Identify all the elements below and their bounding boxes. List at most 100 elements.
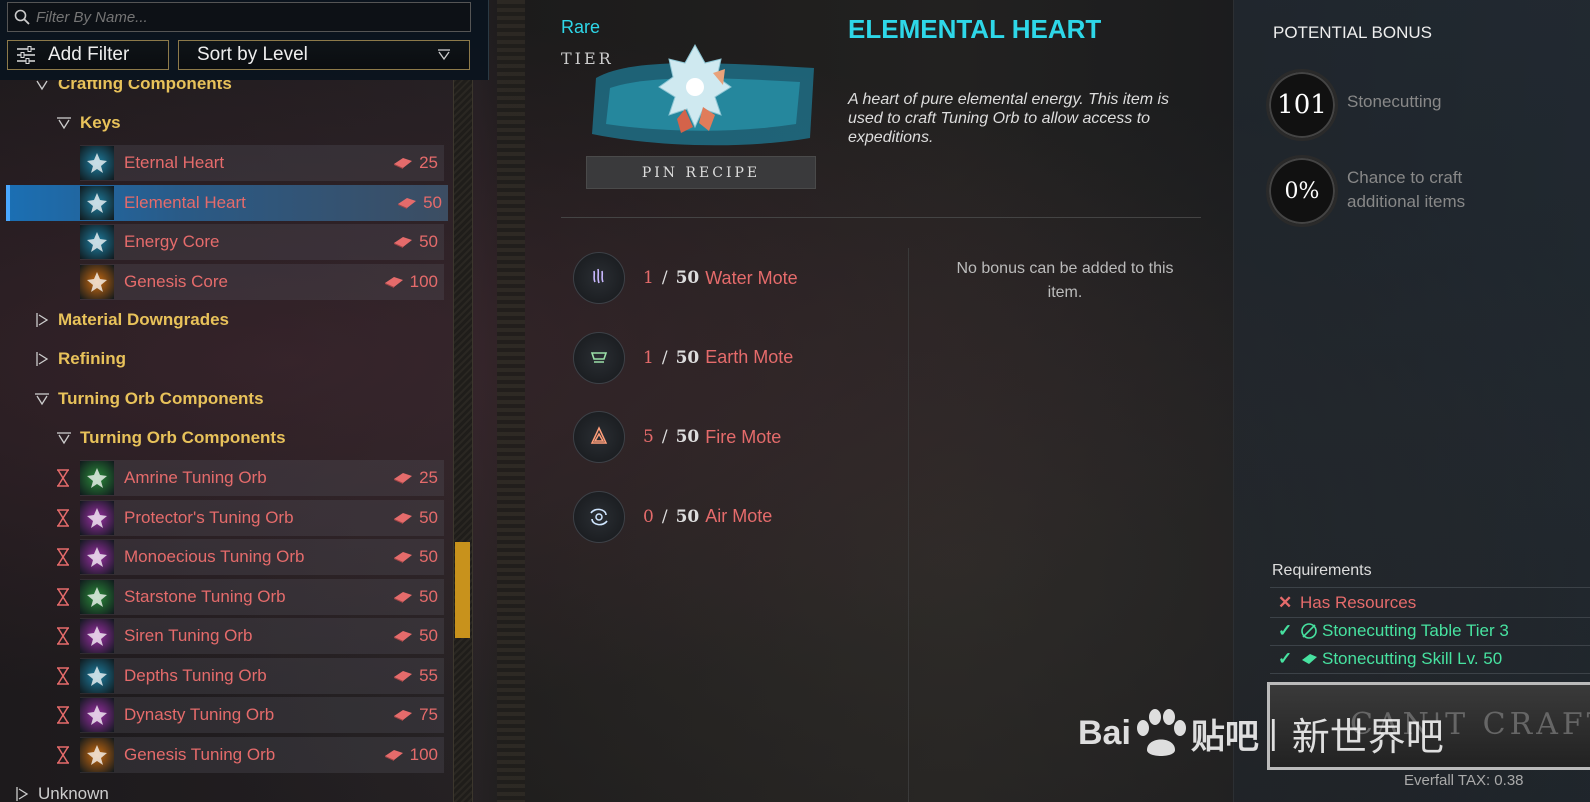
recipe-item[interactable]: Genesis Core 100 (80, 263, 444, 300)
material-have: 0 (643, 506, 654, 527)
filter-sliders-icon (17, 46, 35, 64)
scrollbar-thumb[interactable] (455, 542, 470, 638)
material-slash: / (661, 506, 668, 527)
fire-mote-icon (590, 426, 608, 444)
item-level: 25 (393, 153, 438, 173)
separator (561, 217, 1201, 218)
add-filter-button[interactable]: Add Filter (7, 40, 169, 70)
requirement-skill: ✓ Stonecutting Skill Lv. 50 (1278, 646, 1502, 672)
material-have: 1 (643, 347, 654, 368)
recipe-item[interactable]: Genesis Tuning Orb 100 (80, 736, 444, 773)
expanded-arrow-icon (57, 432, 71, 445)
subcategory-keys[interactable]: Keys (56, 105, 121, 141)
item-name: Depths Tuning Orb (124, 665, 267, 685)
recipe-item[interactable]: Amrine Tuning Orb 25 (80, 460, 444, 496)
hourglass-icon (57, 469, 69, 487)
item-name: Genesis Core (124, 271, 228, 291)
collapsed-arrow-icon (36, 313, 49, 327)
chevron-down-icon (438, 49, 450, 61)
material-slash: / (661, 347, 668, 368)
level-icon (384, 749, 403, 761)
material-requirement[interactable]: 1 / 50 Earth Mote (573, 331, 794, 384)
category-crafting-components[interactable]: Crafting Components (34, 80, 232, 102)
item-level: 75 (393, 705, 438, 725)
material-need: 50 (675, 506, 700, 527)
category-partial[interactable]: Unknown (14, 776, 109, 802)
pin-recipe-button[interactable]: PIN RECIPE (586, 156, 816, 189)
recipe-item[interactable]: Siren Tuning Orb 50 (80, 618, 444, 654)
level-value: 50 (419, 507, 438, 527)
item-level: 50 (393, 232, 438, 252)
recipe-tree: Crafting Components Keys Eternal Heart 25… (0, 80, 450, 802)
watermark-text: 新世界吧 (1291, 717, 1444, 759)
material-requirement[interactable]: 5 / 50 Fire Mote (573, 411, 781, 463)
skill-label: Stonecutting (1347, 92, 1442, 111)
item-name: Elemental Heart (124, 192, 246, 212)
level-icon (394, 552, 413, 563)
sort-dropdown[interactable]: Sort by Level (178, 40, 470, 70)
material-icon-holder (573, 411, 625, 463)
level-icon (394, 237, 413, 248)
scrollbar-track[interactable] (453, 80, 473, 802)
item-name: Genesis Tuning Orb (124, 744, 276, 764)
requirement-has-resources: ✕ Has Resources (1278, 590, 1416, 616)
level-icon (384, 276, 403, 288)
level-icon (394, 710, 413, 721)
material-slash: / (661, 427, 668, 447)
earth-mote-icon (590, 351, 608, 363)
collapsed-arrow-icon (36, 352, 49, 366)
recipe-item[interactable]: Dynasty Tuning Orb 75 (80, 697, 444, 733)
recipe-item[interactable]: Eternal Heart 25 (80, 145, 444, 181)
search-box[interactable] (7, 2, 471, 32)
add-filter-label: Add Filter (48, 44, 130, 65)
recipe-item[interactable]: Starstone Tuning Orb 50 (80, 578, 444, 615)
recipe-item[interactable]: Energy Core 50 (80, 224, 444, 260)
item-level: 100 (384, 272, 438, 292)
level-icon (398, 197, 417, 209)
level-value: 50 (419, 626, 438, 645)
recipe-item[interactable]: Depths Tuning Orb 55 (80, 657, 444, 694)
item-thumbnail (80, 500, 114, 535)
separator-vertical (908, 248, 909, 802)
material-icon-holder (573, 331, 625, 384)
level-value: 25 (419, 153, 438, 172)
recipe-item[interactable]: Monoecious Tuning Orb 50 (80, 539, 444, 575)
x-mark-icon: ✕ (1278, 593, 1293, 612)
item-level: 100 (384, 745, 438, 765)
material-name: Earth Mote (705, 347, 794, 367)
subcategory-tuning-orb-components[interactable]: Turning Orb Components (56, 420, 286, 456)
level-value: 50 (423, 192, 442, 212)
item-thumbnail (80, 461, 114, 495)
item-thumbnail (80, 146, 114, 180)
category-refining[interactable]: Refining (34, 341, 126, 377)
category-tuning-orb-components[interactable]: Turning Orb Components (34, 381, 264, 417)
item-thumbnail (80, 225, 114, 259)
material-name: Fire Mote (705, 426, 782, 447)
level-value: 100 (409, 271, 438, 291)
item-level: 50 (393, 547, 438, 567)
filter-bar: Add Filter Sort by Level (0, 0, 489, 80)
level-icon (394, 473, 413, 484)
watermark-separator: | (1268, 714, 1278, 752)
item-level: 25 (393, 468, 438, 488)
item-name: Dynasty Tuning Orb (124, 705, 275, 724)
material-requirement[interactable]: 1 / 50 Water Mote (573, 252, 798, 304)
material-requirement[interactable]: 0 / 50 Air Mote (573, 490, 772, 543)
expanded-arrow-icon (35, 393, 49, 406)
filter-by-name-input[interactable] (34, 7, 470, 27)
collapsed-arrow-icon (16, 787, 29, 801)
level-icon (394, 591, 413, 603)
recipe-item[interactable]: Protector's Tuning Orb 50 (80, 499, 444, 536)
item-thumbnail (80, 540, 114, 574)
requirement-station: ✓ Stonecutting Table Tier 3 (1278, 618, 1509, 644)
requirement-text: Stonecutting Table Tier 3 (1322, 621, 1509, 640)
item-level: 50 (393, 587, 438, 607)
recipe-item[interactable]: Elemental Heart 50 (6, 184, 448, 221)
watermark: Bai 贴吧 | 新世界吧 (1078, 706, 1444, 761)
category-material-downgrades[interactable]: Material Downgrades (34, 302, 229, 338)
item-thumbnail (80, 737, 114, 772)
hourglass-icon (57, 548, 69, 566)
category-label: Material Downgrades (58, 310, 229, 329)
item-level: 55 (393, 666, 438, 686)
water-mote-icon (593, 268, 604, 284)
